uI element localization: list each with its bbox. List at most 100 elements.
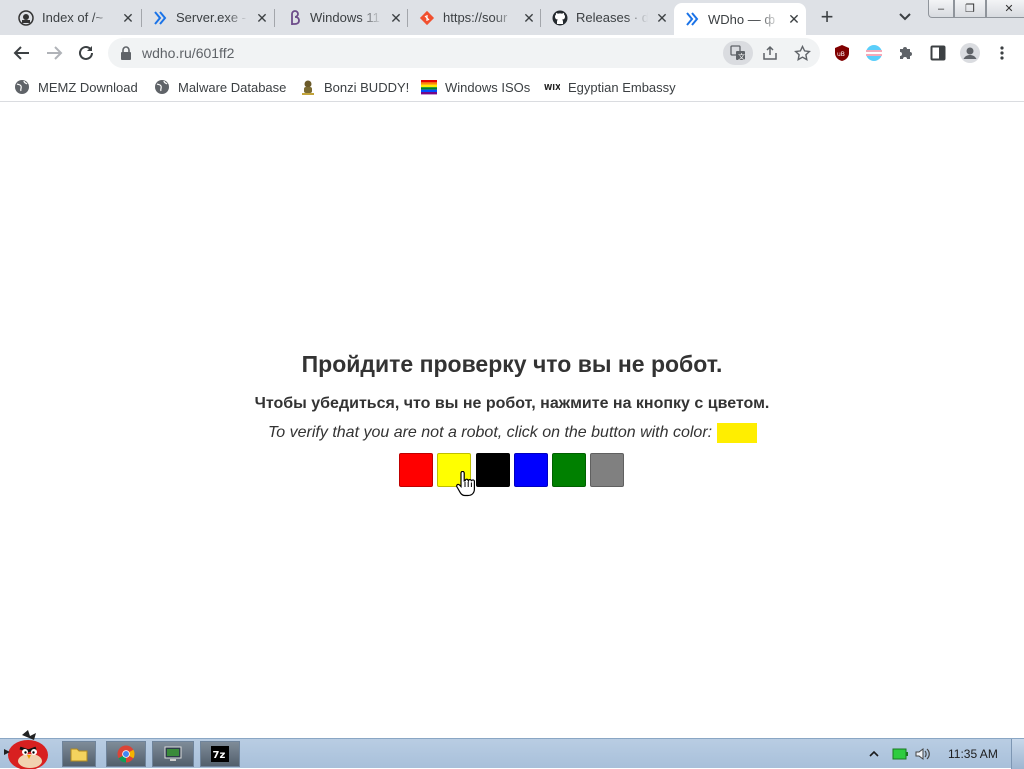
arrow-right-icon — [47, 46, 63, 60]
forward-button[interactable] — [40, 39, 68, 67]
bonzi-icon — [302, 80, 314, 95]
tab-title: Windows 11 — [310, 10, 380, 25]
tab-close-icon[interactable]: ✕ — [388, 10, 404, 26]
tab-server-exe[interactable]: Server.exe - ✕ — [142, 0, 270, 35]
taskbar-clock[interactable]: 11:35 AM — [948, 747, 998, 761]
color-button-black[interactable] — [475, 453, 510, 487]
tab-separator — [407, 9, 408, 27]
github-icon — [552, 10, 568, 25]
trans-flag-icon — [866, 45, 882, 61]
browser-toolbar: wdho.ru/601ff2 文 uB — [0, 35, 1024, 71]
reload-button[interactable] — [72, 39, 100, 67]
tab-title: Index of /~ — [42, 10, 104, 25]
color-button-green[interactable] — [552, 453, 587, 487]
side-panel-icon — [930, 45, 946, 61]
beta-icon — [291, 9, 300, 25]
tab-strip: Index of /~ ✕ Server.exe - ✕ Windows 11 … — [0, 0, 1024, 35]
bookmark-label: MEMZ Download — [38, 79, 138, 95]
profile-button[interactable] — [959, 42, 981, 64]
bookmark-malware-database[interactable]: Malware Database — [154, 75, 286, 99]
window-controls: – ❐ ✕ — [928, 0, 1024, 18]
share-icon — [763, 45, 777, 60]
chevron-double-icon — [154, 10, 167, 25]
translate-button[interactable]: 文 — [723, 41, 753, 65]
svg-text:7z: 7z — [213, 750, 226, 761]
verify-instruction: To verify that you are not a robot, clic… — [268, 422, 758, 444]
minimize-button[interactable]: – — [928, 0, 954, 18]
tab-separator — [274, 9, 275, 27]
chevron-down-icon[interactable] — [896, 8, 914, 26]
arrow-left-icon — [13, 46, 29, 60]
remote-desktop-icon — [164, 746, 182, 761]
bookmark-label: Egyptian Embassy — [568, 79, 676, 95]
extension-trans-button[interactable] — [863, 42, 885, 64]
url-text[interactable]: wdho.ru/601ff2 — [142, 45, 234, 61]
bookmark-memz-download[interactable]: MEMZ Download — [14, 75, 138, 99]
taskbar-file-explorer[interactable] — [62, 741, 96, 767]
tab-title: https://sour — [443, 10, 508, 25]
verify-text: To verify that you are not a robot, clic… — [268, 424, 713, 441]
bookmark-star-button[interactable] — [792, 43, 812, 63]
lock-icon[interactable] — [120, 45, 132, 61]
tab-https-sour[interactable]: https://sour ✕ — [409, 0, 537, 35]
wix-icon: WIX — [544, 83, 560, 92]
taskbar-7zip[interactable]: 7z — [200, 741, 240, 767]
puzzle-icon — [900, 47, 912, 59]
target-color-swatch — [717, 423, 758, 443]
bookmarks-bar: MEMZ Download Malware Database Bonzi BUD… — [0, 71, 1024, 102]
back-button[interactable] — [8, 39, 36, 67]
star-icon — [793, 44, 811, 61]
bookmark-egyptian-embassy[interactable]: WIX Egyptian Embassy — [544, 75, 676, 99]
translate-icon: 文 — [730, 45, 745, 61]
color-button-gray[interactable] — [590, 453, 625, 487]
globe-icon — [155, 80, 169, 94]
tab-windows-11[interactable]: Windows 11 ✕ — [276, 0, 404, 35]
tab-close-icon[interactable]: ✕ — [120, 10, 136, 26]
share-button[interactable] — [760, 43, 780, 63]
bookmark-label: Malware Database — [178, 79, 287, 95]
page-subtitle: Чтобы убедиться, что вы не робот, нажмит… — [254, 395, 770, 412]
ublock-icon: uB — [835, 45, 849, 61]
reload-icon — [79, 45, 93, 60]
volume-icon[interactable] — [914, 746, 932, 762]
taskbar: 7z 11:35 AM — [0, 730, 1024, 769]
extensions-button[interactable] — [895, 42, 917, 64]
maximize-button[interactable]: ❐ — [954, 0, 986, 18]
new-tab-button[interactable]: + — [815, 6, 839, 30]
bookmark-label: Bonzi BUDDY! — [324, 79, 410, 95]
chrome-icon — [117, 745, 135, 763]
color-button-row — [399, 453, 629, 487]
tray-expand-icon[interactable] — [869, 749, 879, 759]
page-content: Пройдите проверку что вы не робот. Чтобы… — [0, 103, 1024, 738]
close-window-button[interactable]: ✕ — [986, 0, 1024, 18]
tab-close-icon[interactable]: ✕ — [521, 10, 537, 26]
ublock-extension-button[interactable]: uB — [831, 42, 853, 64]
color-button-red[interactable] — [399, 453, 433, 487]
battery-icon[interactable] — [892, 746, 908, 762]
menu-button[interactable] — [991, 42, 1013, 64]
page-title: Пройдите проверку что вы не робот. — [301, 351, 723, 377]
tab-wdho-active[interactable]: WDho — ф ✕ — [674, 3, 806, 35]
svg-text:文: 文 — [738, 52, 745, 61]
tab-releases[interactable]: Releases · d ✕ — [542, 0, 670, 35]
color-button-blue[interactable] — [513, 453, 548, 487]
side-panel-button[interactable] — [927, 42, 949, 64]
taskbar-remote-desktop[interactable] — [152, 741, 194, 767]
file-explorer-icon — [70, 748, 88, 762]
bookmark-bonzi-buddy[interactable]: Bonzi BUDDY! — [300, 75, 409, 99]
show-desktop-button[interactable] — [1011, 739, 1024, 769]
avatar-icon — [960, 43, 980, 63]
angry-bird-start-icon[interactable] — [2, 729, 54, 769]
tab-close-icon[interactable]: ✕ — [654, 10, 670, 26]
kebab-menu-icon — [1000, 46, 1004, 60]
tab-close-icon[interactable]: ✕ — [786, 11, 802, 27]
tab-index-of[interactable]: Index of /~ ✕ — [8, 0, 136, 35]
tab-separator — [540, 9, 541, 27]
tab-close-icon[interactable]: ✕ — [254, 10, 270, 26]
bookmark-label: Windows ISOs — [445, 79, 531, 95]
rainbow-flag-icon — [421, 80, 437, 95]
chevron-double-icon — [686, 12, 699, 26]
address-bar[interactable]: wdho.ru/601ff2 文 — [108, 38, 820, 68]
bookmark-windows-isos[interactable]: Windows ISOs — [421, 75, 530, 99]
taskbar-chrome[interactable] — [106, 741, 146, 767]
